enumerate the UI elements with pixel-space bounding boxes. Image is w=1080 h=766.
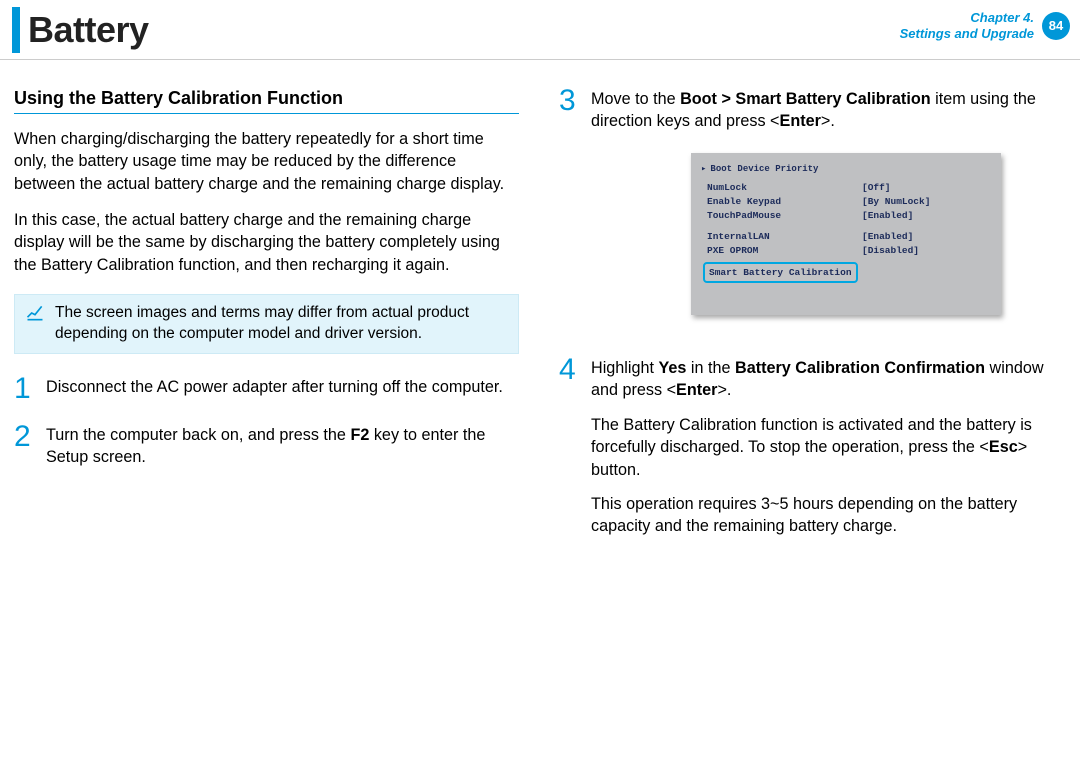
bios-row: PXE OPROM[Disabled] xyxy=(701,244,991,258)
note-box: The screen images and terms may differ f… xyxy=(14,294,519,354)
triangle-icon: ▸ xyxy=(701,163,706,175)
step-2-text: Turn the computer back on, and press the… xyxy=(46,424,519,469)
step-1-body: Disconnect the AC power adapter after tu… xyxy=(46,376,503,402)
step-3-body: Move to the Boot > Smart Battery Calibra… xyxy=(591,88,1064,335)
step-3: 3 Move to the Boot > Smart Battery Calib… xyxy=(559,88,1064,335)
note-icon xyxy=(25,303,45,345)
step-4: 4 Highlight Yes in the Battery Calibrati… xyxy=(559,357,1064,538)
bios-row: Enable Keypad[By NumLock] xyxy=(701,195,991,209)
section-heading: Using the Battery Calibration Function xyxy=(14,88,519,114)
intro-paragraph-1: When charging/discharging the battery re… xyxy=(14,128,519,195)
bios-row: NumLock[Off] xyxy=(701,181,991,195)
header-right: Chapter 4. Settings and Upgrade 84 xyxy=(900,0,1080,43)
step-3-text: Move to the Boot > Smart Battery Calibra… xyxy=(591,88,1064,133)
step-4-text-2: The Battery Calibration function is acti… xyxy=(591,414,1064,481)
step-4-text-3: This operation requires 3~5 hours depend… xyxy=(591,493,1064,538)
intro-paragraph-2: In this case, the actual battery charge … xyxy=(14,209,519,276)
right-column: 3 Move to the Boot > Smart Battery Calib… xyxy=(559,88,1064,538)
step-2: 2 Turn the computer back on, and press t… xyxy=(14,424,519,469)
step-1-text: Disconnect the AC power adapter after tu… xyxy=(46,376,503,398)
step-1: 1 Disconnect the AC power adapter after … xyxy=(14,376,519,402)
page-header: Battery Chapter 4. Settings and Upgrade … xyxy=(0,0,1080,60)
page-title: Battery xyxy=(28,9,149,51)
page-number-badge: 84 xyxy=(1042,12,1070,40)
bios-spacer xyxy=(701,222,991,230)
note-text: The screen images and terms may differ f… xyxy=(55,303,506,345)
step-number: 1 xyxy=(14,376,32,402)
step-4-text-1: Highlight Yes in the Battery Calibration… xyxy=(591,357,1064,402)
bios-row: InternalLAN[Enabled] xyxy=(701,230,991,244)
content-area: Using the Battery Calibration Function W… xyxy=(0,60,1080,538)
bios-screenshot: ▸ Boot Device Priority NumLock[Off] Enab… xyxy=(691,153,1001,315)
step-number: 3 xyxy=(559,88,577,335)
step-number: 4 xyxy=(559,357,577,538)
bios-panel: ▸ Boot Device Priority NumLock[Off] Enab… xyxy=(691,153,1001,315)
left-column: Using the Battery Calibration Function W… xyxy=(14,88,519,538)
chapter-block: Chapter 4. Settings and Upgrade xyxy=(900,10,1034,43)
header-left: Battery xyxy=(12,0,149,59)
step-number: 2 xyxy=(14,424,32,469)
bios-highlighted-item: Smart Battery Calibration xyxy=(703,262,858,283)
chapter-subline: Settings and Upgrade xyxy=(900,26,1034,42)
bios-row: TouchPadMouse[Enabled] xyxy=(701,209,991,223)
step-2-body: Turn the computer back on, and press the… xyxy=(46,424,519,469)
accent-bar xyxy=(12,7,20,53)
bios-heading: ▸ Boot Device Priority xyxy=(701,163,991,175)
chapter-line: Chapter 4. xyxy=(900,10,1034,26)
step-4-body: Highlight Yes in the Battery Calibration… xyxy=(591,357,1064,538)
